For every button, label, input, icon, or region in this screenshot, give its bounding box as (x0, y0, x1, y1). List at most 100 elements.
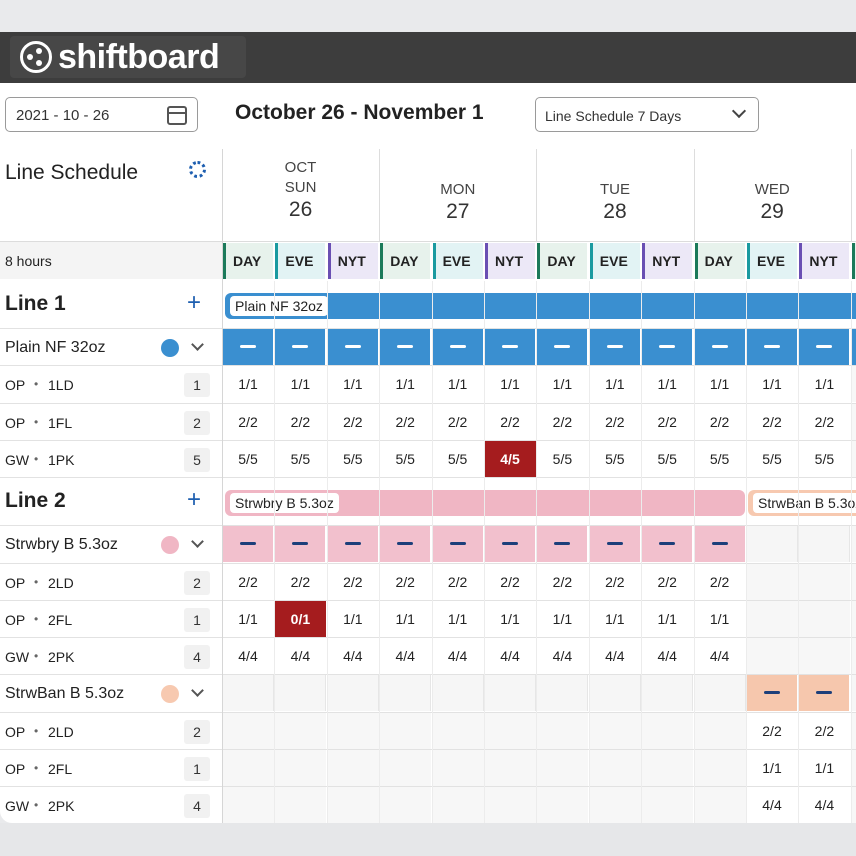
staffing-cell[interactable]: 2/2 (746, 404, 798, 440)
shift-slot[interactable] (484, 329, 536, 365)
staffing-cell[interactable]: 5/5 (432, 441, 484, 477)
add-product-icon[interactable]: + (187, 291, 201, 315)
settings-gear-icon[interactable] (189, 161, 206, 178)
staffing-cell[interactable]: 1/1 (641, 601, 693, 637)
staffing-cell[interactable]: 1/1 (536, 366, 588, 402)
chevron-down-icon[interactable] (191, 338, 204, 351)
shift-slot[interactable] (693, 526, 746, 563)
shift-slot[interactable] (222, 526, 274, 563)
staffing-cell[interactable]: 1/1 (694, 366, 746, 402)
understaffed-cell[interactable]: 0/1 (274, 600, 327, 637)
staffing-cell[interactable]: 2/2 (798, 713, 850, 749)
staffing-cell[interactable]: 2/2 (484, 404, 536, 440)
staffing-cell[interactable]: 1/1 (274, 366, 326, 402)
chevron-down-icon[interactable] (191, 684, 204, 698)
staffing-cell[interactable]: 4/4 (222, 638, 274, 674)
shift-slot[interactable] (693, 329, 746, 365)
shift-slot[interactable] (379, 329, 432, 365)
staffing-cell[interactable]: 2/2 (746, 713, 798, 749)
staffing-cell[interactable]: 1/1 (798, 366, 850, 402)
shift-slot[interactable] (641, 329, 694, 365)
shift-slot[interactable] (222, 329, 274, 365)
shift-slot[interactable] (326, 329, 379, 365)
understaffed-cell[interactable]: 4/5 (484, 440, 536, 477)
staffing-cell[interactable]: 2/2 (536, 404, 588, 440)
staffing-cell[interactable]: 1/1 (327, 601, 379, 637)
staffing-cell[interactable]: 1/1 (379, 366, 431, 402)
staffing-cell[interactable]: 2/2 (432, 564, 484, 600)
brand-logo[interactable]: shiftboard (10, 36, 246, 78)
staffing-cell[interactable]: 2/2 (536, 564, 588, 600)
staffing-cell[interactable]: 4/4 (379, 638, 431, 674)
add-product-icon[interactable]: + (187, 488, 201, 512)
staffing-cell[interactable]: 1/1 (222, 366, 274, 402)
staffing-cell[interactable]: 4/4 (694, 638, 746, 674)
calendar-icon[interactable] (167, 106, 187, 125)
staffing-cell[interactable]: 1/1 (327, 366, 379, 402)
staffing-cell[interactable]: 1/1 (798, 750, 850, 786)
product-run-bar[interactable]: Plain NF 32oz (225, 293, 856, 319)
staffing-cell[interactable]: 2/2 (274, 404, 326, 440)
staffing-cell[interactable]: 2/2 (798, 404, 850, 440)
staffing-cell[interactable]: 2/2 (327, 404, 379, 440)
shift-slot[interactable] (798, 329, 851, 365)
staffing-cell[interactable]: 1/1 (589, 366, 641, 402)
staffing-cell[interactable]: 1/1 (536, 601, 588, 637)
staffing-cell[interactable]: 2/2 (222, 404, 274, 440)
staffing-cell[interactable]: 4/4 (432, 638, 484, 674)
staffing-cell[interactable]: 1/1 (484, 601, 536, 637)
shift-slot[interactable] (588, 329, 641, 365)
staffing-cell[interactable]: 5/5 (694, 441, 746, 477)
staffing-cell[interactable]: 2/2 (484, 564, 536, 600)
staffing-cell[interactable]: 2/2 (432, 404, 484, 440)
staffing-cell[interactable]: 5/5 (746, 441, 798, 477)
staffing-cell[interactable]: 4/4 (746, 787, 798, 823)
shift-slot[interactable] (536, 329, 589, 365)
staffing-cell[interactable]: 4/4 (589, 638, 641, 674)
staffing-cell[interactable]: 1/1 (746, 750, 798, 786)
staffing-cell[interactable]: 1/1 (432, 601, 484, 637)
view-select[interactable]: Line Schedule 7 Days (535, 97, 759, 132)
shift-slot[interactable] (431, 526, 484, 563)
staffing-cell[interactable]: 4/4 (798, 787, 850, 823)
staffing-cell[interactable]: 1/1 (641, 366, 693, 402)
shift-slot[interactable] (326, 526, 379, 563)
shift-slot[interactable] (274, 329, 327, 365)
shift-slot[interactable] (484, 526, 536, 563)
chevron-down-icon[interactable] (191, 535, 204, 549)
staffing-cell[interactable]: 1/1 (222, 601, 274, 637)
staffing-cell[interactable]: 5/5 (589, 441, 641, 477)
staffing-cell[interactable]: 5/5 (379, 441, 431, 477)
staffing-cell[interactable]: 2/2 (379, 564, 431, 600)
staffing-cell[interactable]: 5/5 (327, 441, 379, 477)
staffing-cell[interactable]: 2/2 (694, 564, 746, 600)
staffing-cell[interactable]: 5/5 (274, 441, 326, 477)
staffing-cell[interactable]: 2/2 (327, 564, 379, 600)
staffing-cell[interactable]: 1/1 (484, 366, 536, 402)
staffing-cell[interactable]: 2/2 (379, 404, 431, 440)
staffing-cell[interactable]: 2/2 (589, 404, 641, 440)
product-run-bar[interactable]: StrwBan B 5.3oz (748, 490, 856, 517)
staffing-cell[interactable]: 4/4 (484, 638, 536, 674)
staffing-cell[interactable]: 1/1 (746, 366, 798, 402)
staffing-cell[interactable]: 1/1 (694, 601, 746, 637)
shift-slot[interactable] (536, 526, 589, 563)
staffing-cell[interactable]: 5/5 (798, 441, 850, 477)
shift-slot[interactable] (431, 329, 484, 365)
shift-slot[interactable] (379, 526, 432, 563)
shift-slot[interactable] (274, 526, 327, 563)
staffing-cell[interactable]: 2/2 (589, 564, 641, 600)
shift-slot[interactable] (746, 675, 798, 712)
product-run-bar[interactable]: Strwbry B 5.3oz (225, 490, 745, 517)
staffing-cell[interactable]: 4/4 (536, 638, 588, 674)
staffing-cell[interactable]: 4/4 (327, 638, 379, 674)
staffing-cell[interactable]: 2/2 (641, 564, 693, 600)
shift-slot[interactable] (746, 329, 798, 365)
staffing-cell[interactable]: 2/2 (222, 564, 274, 600)
staffing-cell[interactable]: 4/4 (274, 638, 326, 674)
staffing-cell[interactable]: 1/1 (589, 601, 641, 637)
staffing-cell[interactable]: 5/5 (222, 441, 274, 477)
staffing-cell[interactable]: 5/5 (536, 441, 588, 477)
staffing-cell[interactable]: 1/1 (432, 366, 484, 402)
staffing-cell[interactable]: 2/2 (641, 404, 693, 440)
